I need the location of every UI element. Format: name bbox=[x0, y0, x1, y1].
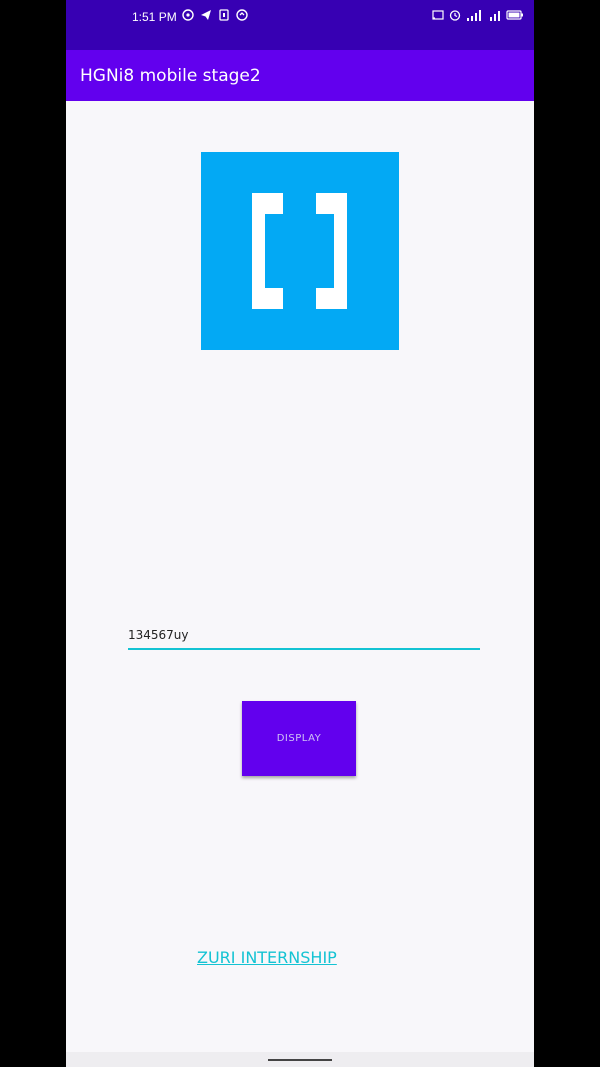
battery-icon bbox=[506, 10, 523, 20]
brackets-logo bbox=[201, 152, 399, 350]
zuri-internship-link[interactable]: ZURI INTERNSHIP bbox=[197, 948, 337, 967]
right-bracket-bottom bbox=[316, 288, 347, 309]
text-input[interactable] bbox=[128, 622, 480, 648]
app-screen: 1:51 PM HGNi8 mobile stage2 DISPLAY ZURI… bbox=[66, 0, 534, 1067]
left-bracket-bottom bbox=[252, 288, 283, 309]
cast-icon bbox=[432, 10, 444, 20]
app-title: HGNi8 mobile stage2 bbox=[80, 66, 261, 86]
sync-icon bbox=[236, 9, 248, 21]
input-underline bbox=[128, 648, 480, 650]
signal-icon bbox=[490, 11, 500, 21]
status-time: 1:51 PM bbox=[132, 10, 177, 24]
home-indicator[interactable] bbox=[268, 1059, 332, 1061]
telegram-icon bbox=[201, 10, 211, 20]
right-bracket-top bbox=[316, 193, 347, 214]
status-left-icons bbox=[182, 9, 248, 21]
whatsapp-icon bbox=[182, 9, 194, 21]
text-input-container bbox=[128, 622, 480, 652]
signal-icon bbox=[467, 10, 481, 21]
status-bar: 1:51 PM bbox=[66, 0, 534, 50]
left-bracket-top bbox=[252, 193, 283, 214]
usb-icon bbox=[219, 9, 229, 21]
display-button[interactable]: DISPLAY bbox=[242, 701, 356, 776]
alarm-icon bbox=[449, 10, 461, 21]
app-bar: HGNi8 mobile stage2 bbox=[66, 50, 534, 101]
status-right-icons bbox=[432, 9, 524, 21]
